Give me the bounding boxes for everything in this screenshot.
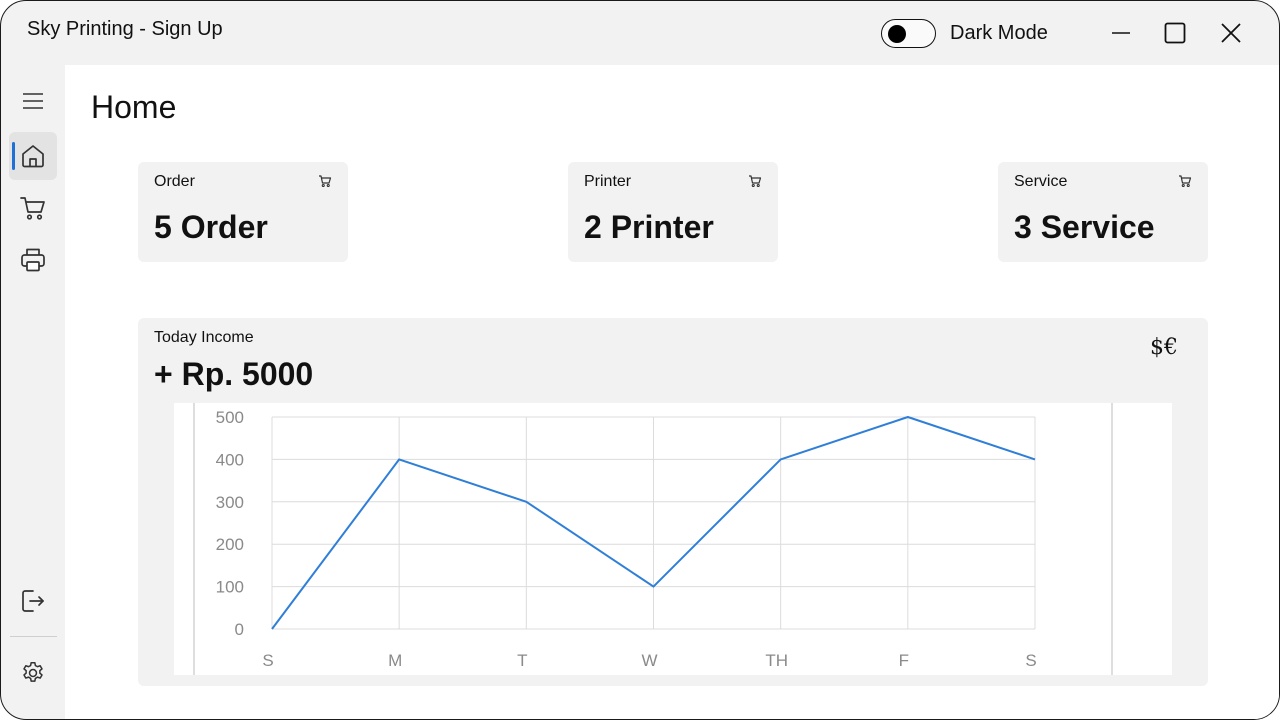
x-tick-label: M [388,651,402,670]
sidebar-divider [10,636,57,637]
sidebar-menu-toggle[interactable] [9,77,57,125]
window-title: Sky Printing - Sign Up [27,18,223,40]
maximize-icon [1164,22,1186,44]
order-card-value: 5 Order [154,209,268,245]
sidebar-item-home[interactable] [9,132,57,180]
income-chart: 0 100 200 300 400 500 S M T W TH F S [174,403,1172,675]
x-tick-label: T [517,651,527,670]
hamburger-menu-icon [23,93,43,109]
service-card-label: Service [1014,173,1068,190]
cart-icon [749,175,762,188]
y-tick-label: 300 [216,493,244,512]
sidebar-item-settings[interactable] [9,649,57,697]
sidebar [1,65,65,719]
sidebar-item-cart[interactable] [9,184,57,232]
page-title: Home [91,89,177,125]
income-value: + Rp. 5000 [154,356,314,392]
title-bar: Sky Printing - Sign Up Dark Mode [1,1,1279,65]
y-tick-label: 500 [216,408,244,427]
close-button[interactable] [1211,13,1251,53]
cart-icon [1179,175,1192,188]
currency-icon: $€ [1150,335,1178,360]
service-card-value: 3 Service [1014,209,1155,245]
y-tick-label: 0 [235,620,244,639]
sidebar-item-printer[interactable] [9,236,57,284]
logout-icon [22,590,44,612]
x-tick-label: S [262,651,273,670]
income-card: Today Income + Rp. 5000 $€ 0 100 200 300 400… [138,318,1208,686]
toggle-knob [888,24,906,43]
home-icon [22,145,44,168]
cart-icon [319,175,332,188]
settings-gear-icon [23,661,43,682]
y-tick-label: 100 [216,578,244,597]
order-card-label: Order [154,173,195,190]
x-tick-label: S [1025,651,1036,670]
maximize-button[interactable] [1155,13,1195,53]
printer-card-value: 2 Printer [584,209,714,245]
printer-card-label: Printer [584,173,632,190]
income-line-chart: 0 100 200 300 400 500 S M T W TH F S [193,403,1113,675]
order-card: Order 5 Order [138,162,348,262]
x-tick-label: F [899,651,909,670]
dark-mode-toggle[interactable] [881,19,936,48]
main-content: Home Order 5 Order Printer 2 Printer Ser… [65,65,1279,719]
income-label: Today Income [154,329,254,346]
close-icon [1221,23,1241,43]
dark-mode-label: Dark Mode [950,22,1048,44]
sidebar-item-logout[interactable] [9,577,57,625]
cart-icon [20,197,45,220]
printer-icon [21,248,45,272]
minimize-button[interactable] [1101,13,1141,53]
y-tick-label: 400 [216,450,244,469]
y-tick-label: 200 [216,535,244,554]
app-window: Sky Printing - Sign Up Dark Mode Home Or… [0,0,1280,720]
minimize-icon [1112,32,1130,34]
printer-card: Printer 2 Printer [568,162,778,262]
x-tick-label: TH [765,651,788,670]
service-card: Service 3 Service [998,162,1208,262]
x-tick-label: W [641,651,657,670]
